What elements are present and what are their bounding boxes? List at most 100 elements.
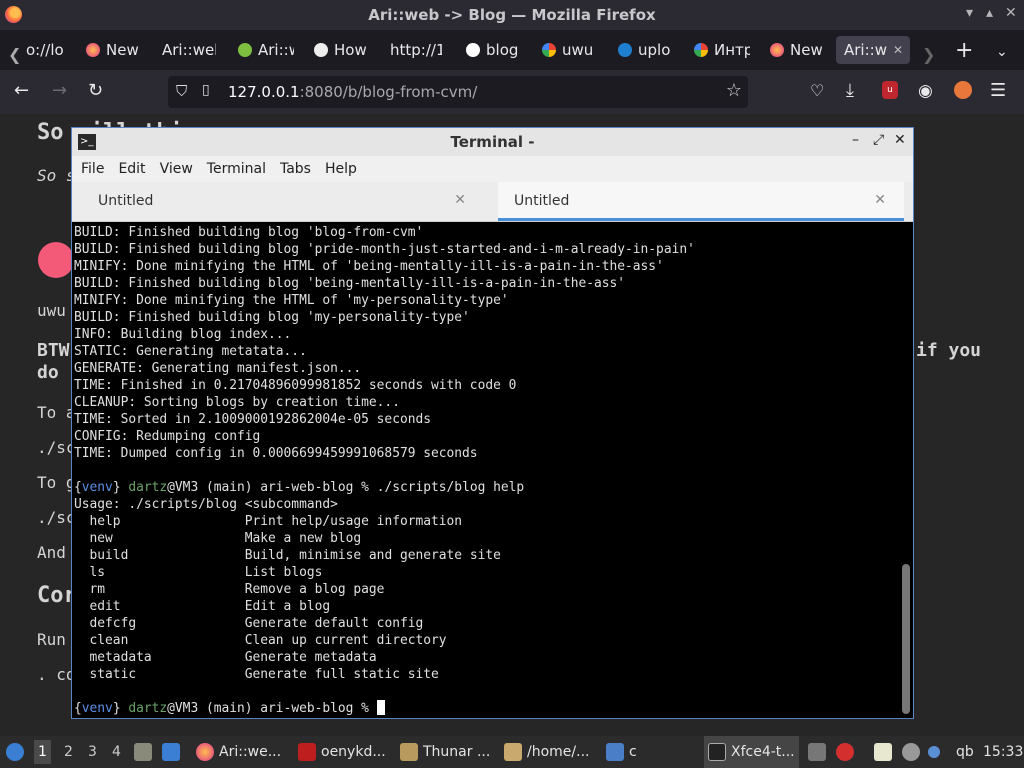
maximize-icon[interactable]: ▴ — [986, 5, 993, 21]
browser-tab[interactable]: uplo — [618, 36, 672, 64]
url-bar[interactable]: ⛉ ▯ 127.0.0.1:8080/b/blog-from-cvm/ ☆ — [168, 76, 748, 108]
browser-tab[interactable]: Ari::w — [238, 36, 294, 64]
terminal-scrollbar[interactable] — [902, 223, 910, 718]
taskbar-item[interactable]: c — [606, 736, 637, 768]
menu-file[interactable]: File — [81, 161, 104, 177]
terminal-subcommand-line: edit Edit a blog — [74, 598, 901, 615]
prompt-venv: venv — [81, 480, 113, 495]
tab-scroll-right-icon[interactable]: ❯ — [922, 40, 935, 68]
scrollbar-thumb[interactable] — [902, 564, 910, 714]
browser-tab[interactable]: New — [770, 36, 826, 64]
shield-icon[interactable]: ⛉ — [176, 82, 187, 100]
list-tabs-icon[interactable]: ⌄ — [996, 38, 1008, 66]
terminal-log-line: STATIC: Generating metatata... — [74, 344, 307, 359]
back-icon[interactable]: ← — [14, 81, 29, 101]
url-text[interactable]: 127.0.0.1:8080/b/blog-from-cvm/ — [228, 83, 477, 101]
browser-tab[interactable]: http://12 — [390, 36, 442, 64]
page-text: do — [37, 362, 59, 383]
terminal-icon — [708, 743, 726, 761]
menu-view[interactable]: View — [160, 161, 193, 177]
tab-scroll-left-icon[interactable]: ❮ — [8, 40, 21, 68]
ublock-icon[interactable]: u — [882, 81, 898, 99]
menu-edit[interactable]: Edit — [118, 161, 145, 177]
subcommand-description: List blogs — [244, 565, 323, 580]
prompt-venv: venv — [81, 701, 113, 716]
terminal-tab-active[interactable]: Untitled ✕ — [498, 182, 904, 221]
browser-tab[interactable]: Интр — [694, 36, 750, 64]
terminal-prompt-line: {venv} dartz@VM3 (main) ari-web-blog % — [74, 700, 901, 717]
alert-icon[interactable] — [836, 736, 854, 768]
taskbar-item[interactable]: /home/... — [504, 736, 589, 768]
menu-terminal[interactable]: Terminal — [207, 161, 266, 177]
browser-tab[interactable]: Ari::web — [162, 36, 216, 64]
page-text: To g — [37, 473, 76, 492]
pocket-icon[interactable]: ♡ — [810, 81, 824, 101]
terminal-tab[interactable]: Untitled ✕ — [72, 182, 484, 221]
clock[interactable]: 15:33 — [983, 736, 1023, 768]
page-italic-text: So s — [37, 166, 76, 185]
terminal-titlebar[interactable]: >_ Terminal - – ⤢ ✕ — [72, 128, 913, 156]
terminal-output[interactable]: BUILD: Finished building blog 'blog-from… — [72, 223, 901, 718]
close-tab-icon[interactable]: ✕ — [454, 192, 466, 208]
close-icon[interactable]: ✕ — [1005, 5, 1017, 21]
tray-icon[interactable] — [808, 736, 826, 768]
terminal-log-line: TIME: Finished in 0.21704896099981852 se… — [74, 378, 517, 393]
menu-help[interactable]: Help — [325, 161, 357, 177]
browser-tab[interactable]: blog — [466, 36, 520, 64]
new-tab-icon[interactable]: + — [955, 36, 973, 64]
network-icon[interactable] — [902, 736, 920, 768]
taskbar-item[interactable]: oenykd... — [298, 736, 386, 768]
extension-icon[interactable]: ◉ — [918, 81, 933, 101]
close-tab-icon[interactable]: ✕ — [874, 192, 886, 208]
browser-tab-active[interactable]: Ari::w ✕ — [836, 36, 910, 64]
filezilla-icon — [298, 743, 316, 761]
workspace-1[interactable]: 1 — [34, 740, 51, 764]
browser-tab[interactable]: How — [314, 36, 368, 64]
whisker-menu-icon[interactable] — [6, 736, 24, 768]
prompt-host: @VM3 (main) ari-web-blog % — [167, 480, 377, 495]
window-icon[interactable] — [162, 736, 180, 768]
github-icon — [466, 43, 480, 57]
window-icon — [606, 743, 624, 761]
workspace-4[interactable]: 4 — [112, 744, 121, 760]
maximize-icon[interactable]: ⤢ — [873, 132, 884, 148]
terminal-log-line: CONFIG: Redumping config — [74, 429, 261, 444]
downloads-icon[interactable]: ⤓ — [846, 81, 854, 101]
page-text: uwu — [37, 301, 66, 320]
site-icon — [618, 43, 632, 57]
subcommand-description: Edit a blog — [244, 599, 331, 614]
page-text: if you — [916, 340, 982, 361]
terminal-window[interactable]: >_ Terminal - – ⤢ ✕ File Edit View Termi… — [71, 127, 914, 719]
subcommand-name: new — [74, 531, 245, 546]
browser-tab[interactable]: o://lo — [26, 36, 66, 64]
qbittorrent-icon[interactable]: qb — [956, 736, 974, 768]
taskbar-item[interactable]: Ari::we... — [196, 736, 281, 768]
workspace-3[interactable]: 3 — [88, 744, 97, 760]
workspace-2[interactable]: 2 — [64, 744, 73, 760]
reload-icon[interactable]: ↻ — [88, 81, 103, 101]
info-icon[interactable] — [928, 736, 940, 768]
extension-fox-icon[interactable] — [954, 81, 972, 99]
terminal-log-line: TIME: Sorted in 2.1009000192862004e-05 s… — [74, 412, 431, 427]
minimize-icon[interactable]: ▾ — [966, 5, 973, 21]
prompt-user: dartz — [128, 701, 168, 716]
clipboard-icon[interactable] — [874, 736, 892, 768]
close-tab-icon[interactable]: ✕ — [893, 43, 903, 57]
taskbar-item[interactable]: Thunar ... — [400, 736, 490, 768]
page-code: ./sc — [37, 438, 76, 457]
menu-tabs[interactable]: Tabs — [280, 161, 311, 177]
taskbar-item-active[interactable]: Xfce4-t... — [704, 736, 799, 768]
close-icon[interactable]: ✕ — [894, 132, 906, 148]
browser-tab[interactable]: New — [86, 36, 142, 64]
minimize-icon[interactable]: – — [852, 132, 859, 148]
terminal-subcommand-line: metadata Generate metadata — [74, 649, 901, 666]
bookmark-star-icon[interactable]: ☆ — [726, 80, 742, 101]
show-desktop-icon[interactable] — [134, 736, 152, 768]
subcommand-description: Remove a blog page — [244, 582, 385, 597]
menu-icon[interactable]: ☰ — [990, 81, 1006, 101]
browser-tab[interactable]: uwu — [542, 36, 596, 64]
subcommand-description: Print help/usage information — [244, 514, 463, 529]
page-icon[interactable]: ▯ — [202, 82, 210, 98]
terminal-usage-line: Usage: ./scripts/blog <subcommand> — [74, 497, 338, 512]
forward-icon[interactable]: → — [52, 81, 67, 101]
